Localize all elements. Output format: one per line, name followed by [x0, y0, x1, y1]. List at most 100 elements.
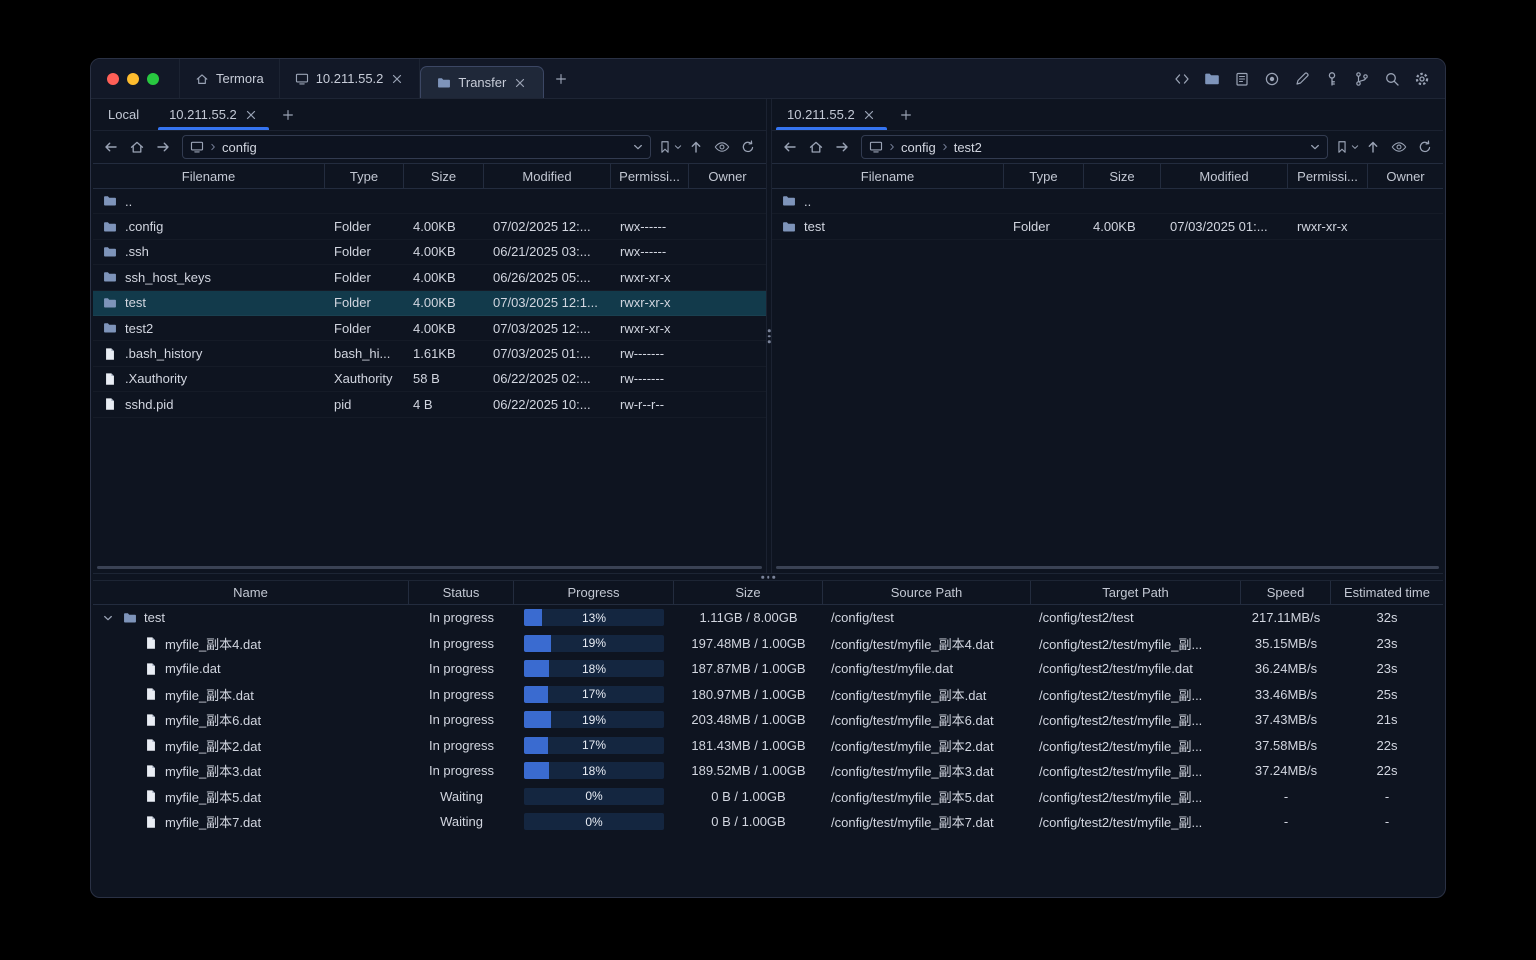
- tab-transfer[interactable]: Transfer: [420, 66, 545, 98]
- chevron-down-icon[interactable]: [633, 142, 643, 152]
- column-header-filename[interactable]: Filename: [93, 164, 325, 188]
- breadcrumb-item[interactable]: config: [901, 140, 936, 155]
- back-icon[interactable]: [778, 135, 802, 159]
- back-icon[interactable]: [99, 135, 123, 159]
- tab-remote-host[interactable]: 10.211.55.2: [772, 99, 891, 130]
- file-row[interactable]: test Folder 4.00KB 07/03/2025 01:... rwx…: [772, 214, 1443, 239]
- refresh-icon[interactable]: [736, 135, 760, 159]
- chevron-down-icon[interactable]: [100, 613, 116, 623]
- transfer-table-header: Name Status Progress Size Source Path Ta…: [93, 581, 1443, 605]
- status-cell: Waiting: [440, 814, 483, 830]
- close-icon[interactable]: [862, 108, 876, 122]
- clipboard-icon[interactable]: [1230, 67, 1253, 90]
- column-header-filename[interactable]: Filename: [772, 164, 1004, 188]
- transfer-row[interactable]: myfile_副本3.dat In progress 18% 189.52MB …: [93, 758, 1443, 784]
- transfer-row[interactable]: myfile_副本.dat In progress 17% 180.97MB /…: [93, 682, 1443, 708]
- bookmark-icon[interactable]: [658, 135, 682, 159]
- transfer-item-name: myfile_副本4.dat: [165, 636, 262, 652]
- transfer-row[interactable]: myfile.dat In progress 18% 187.87MB / 1.…: [93, 656, 1443, 682]
- column-header-type[interactable]: Type: [1004, 164, 1084, 188]
- path-breadcrumb[interactable]: config test2: [861, 135, 1328, 159]
- file-row[interactable]: .ssh Folder 4.00KB 06/21/2025 03:... rwx…: [93, 240, 766, 265]
- minimize-window-button[interactable]: [127, 72, 139, 85]
- column-header-owner[interactable]: Owner: [689, 164, 766, 188]
- file-row[interactable]: test2 Folder 4.00KB 07/03/2025 12:... rw…: [93, 316, 766, 341]
- transfer-row[interactable]: myfile_副本5.dat Waiting 0% 0 B / 1.00GB /…: [93, 784, 1443, 810]
- column-header-permissions[interactable]: Permissi...: [1288, 164, 1368, 188]
- branch-icon[interactable]: [1350, 67, 1373, 90]
- column-header-size[interactable]: Size: [1084, 164, 1161, 188]
- file-row[interactable]: ..: [772, 189, 1443, 214]
- chevron-down-icon[interactable]: [1310, 142, 1320, 152]
- file-row[interactable]: sshd.pid pid 4 B 06/22/2025 10:... rw-r-…: [93, 392, 766, 417]
- column-header-type[interactable]: Type: [325, 164, 404, 188]
- pen-icon[interactable]: [1290, 67, 1313, 90]
- tab-local[interactable]: Local: [93, 99, 154, 130]
- file-row[interactable]: ssh_host_keys Folder 4.00KB 06/26/2025 0…: [93, 265, 766, 290]
- chevron-right-icon: [941, 143, 949, 151]
- column-header-speed[interactable]: Speed: [1241, 581, 1331, 604]
- column-header-progress[interactable]: Progress: [514, 581, 674, 604]
- column-header-target-path[interactable]: Target Path: [1031, 581, 1241, 604]
- filename: sshd.pid: [125, 396, 174, 412]
- column-header-size[interactable]: Size: [674, 581, 823, 604]
- home-icon[interactable]: [125, 135, 149, 159]
- column-header-owner[interactable]: Owner: [1368, 164, 1443, 188]
- close-icon[interactable]: [513, 76, 527, 90]
- new-tab-button[interactable]: [544, 59, 578, 98]
- path-breadcrumb[interactable]: config: [182, 135, 651, 159]
- eye-icon[interactable]: [1387, 135, 1411, 159]
- column-header-estimated-time[interactable]: Estimated time: [1331, 581, 1443, 604]
- close-icon[interactable]: [244, 108, 258, 122]
- tab-ssh-session[interactable]: 10.211.55.2: [280, 59, 421, 98]
- settings-icon[interactable]: [1410, 67, 1433, 90]
- column-header-permissions[interactable]: Permissi...: [611, 164, 689, 188]
- file-row-selected[interactable]: test Folder 4.00KB 07/03/2025 12:1... rw…: [93, 290, 766, 316]
- bookmark-icon[interactable]: [1335, 135, 1359, 159]
- new-panel-tab-button[interactable]: [273, 99, 303, 130]
- horizontal-scrollbar[interactable]: [97, 566, 762, 569]
- transfer-row[interactable]: myfile_副本4.dat In progress 19% 197.48MB …: [93, 631, 1443, 657]
- search-icon[interactable]: [1380, 67, 1403, 90]
- code-icon[interactable]: [1170, 67, 1193, 90]
- horizontal-scrollbar[interactable]: [776, 566, 1439, 569]
- column-header-name[interactable]: Name: [93, 581, 409, 604]
- column-header-status[interactable]: Status: [409, 581, 514, 604]
- file-row[interactable]: .bash_history bash_hi... 1.61KB 07/03/20…: [93, 341, 766, 366]
- record-icon[interactable]: [1260, 67, 1283, 90]
- folder-icon[interactable]: [1200, 67, 1223, 90]
- horizontal-splitter[interactable]: [93, 573, 1443, 581]
- home-icon[interactable]: [804, 135, 828, 159]
- file-icon: [103, 347, 117, 361]
- new-panel-tab-button[interactable]: [891, 99, 921, 130]
- file-row[interactable]: .config Folder 4.00KB 07/02/2025 12:... …: [93, 214, 766, 239]
- close-window-button[interactable]: [107, 72, 119, 85]
- breadcrumb-item[interactable]: test2: [954, 140, 982, 155]
- forward-icon[interactable]: [151, 135, 175, 159]
- vertical-splitter[interactable]: [766, 99, 772, 573]
- breadcrumb-item[interactable]: config: [222, 140, 257, 155]
- close-icon[interactable]: [390, 72, 404, 86]
- up-icon[interactable]: [684, 135, 708, 159]
- maximize-window-button[interactable]: [147, 72, 159, 85]
- tab-termora[interactable]: Termora: [179, 59, 280, 98]
- column-header-modified[interactable]: Modified: [484, 164, 611, 188]
- column-header-source-path[interactable]: Source Path: [823, 581, 1031, 604]
- up-icon[interactable]: [1361, 135, 1385, 159]
- key-icon[interactable]: [1320, 67, 1343, 90]
- transfer-row[interactable]: myfile_副本6.dat In progress 19% 203.48MB …: [93, 707, 1443, 733]
- transfer-row[interactable]: myfile_副本7.dat Waiting 0% 0 B / 1.00GB /…: [93, 809, 1443, 835]
- column-header-size[interactable]: Size: [404, 164, 484, 188]
- size-cell: 4 B: [413, 396, 433, 412]
- tab-remote-host[interactable]: 10.211.55.2: [154, 99, 273, 130]
- refresh-icon[interactable]: [1413, 135, 1437, 159]
- chevron-right-icon: [209, 143, 217, 151]
- transfer-row[interactable]: test In progress 13% 1.11GB / 8.00GB /co…: [93, 605, 1443, 631]
- eye-icon[interactable]: [710, 135, 734, 159]
- file-row[interactable]: ..: [93, 189, 766, 214]
- forward-icon[interactable]: [830, 135, 854, 159]
- file-row[interactable]: .Xauthority Xauthority 58 B 06/22/2025 0…: [93, 367, 766, 392]
- column-header-modified[interactable]: Modified: [1161, 164, 1288, 188]
- transfer-row[interactable]: myfile_副本2.dat In progress 17% 181.43MB …: [93, 733, 1443, 759]
- target-path-cell: /config/test2/test/myfile_副...: [1039, 636, 1203, 652]
